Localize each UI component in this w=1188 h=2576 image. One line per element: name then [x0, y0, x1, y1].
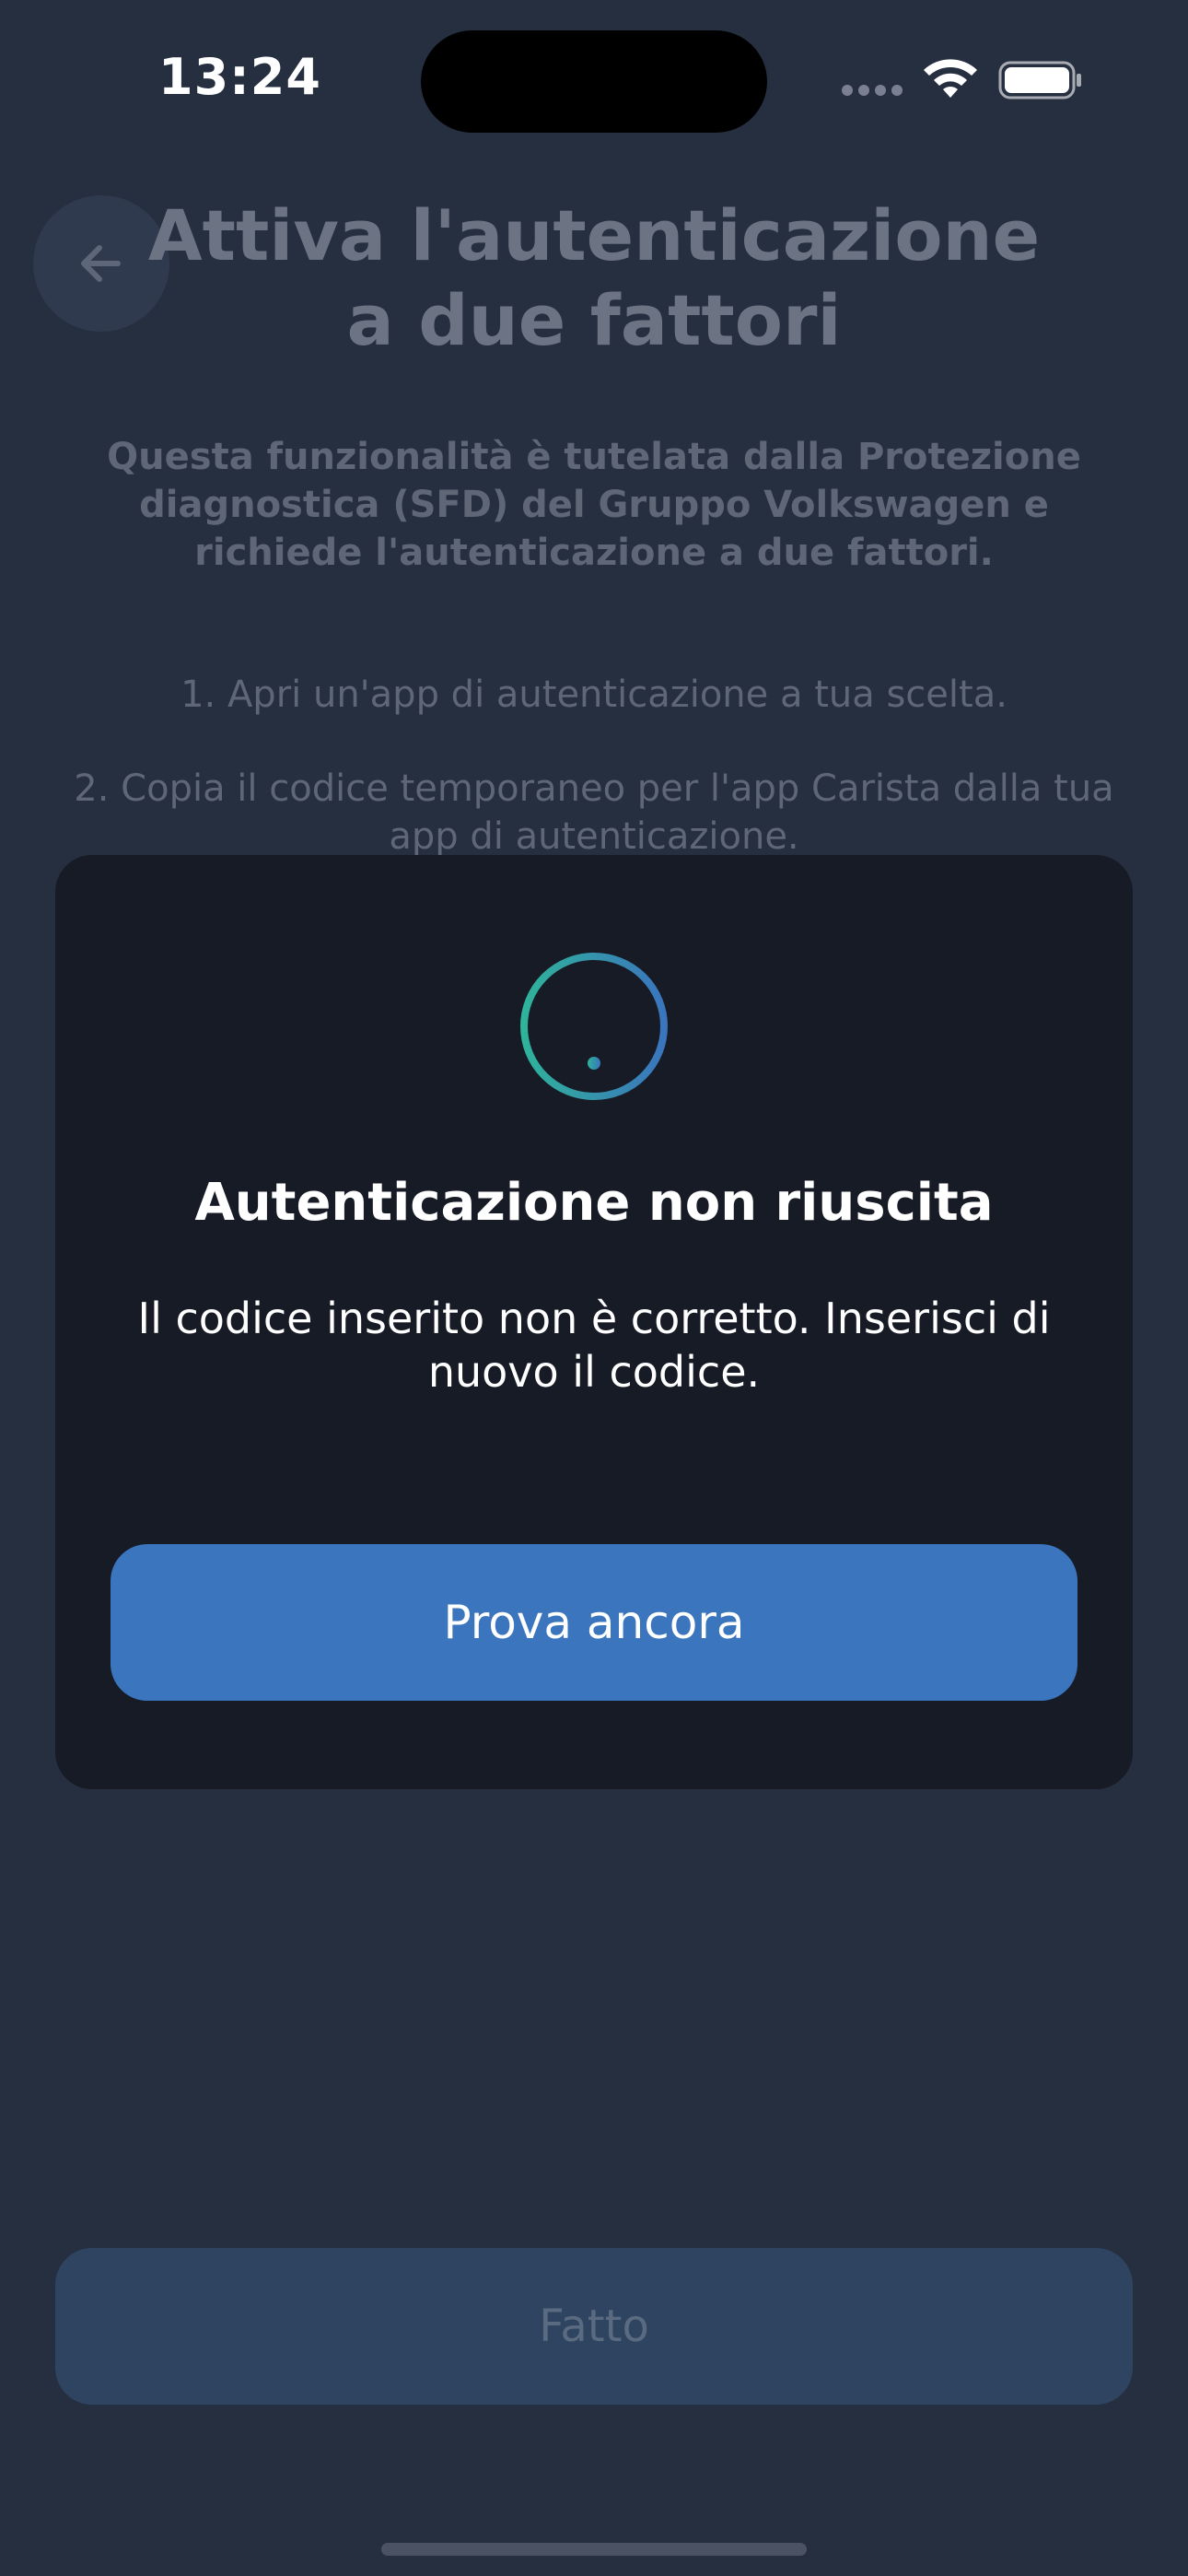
- intro-text: Questa funzionalità è tutelata dalla Pro…: [107, 436, 1081, 574]
- dialog-message: Il codice inserito non è corretto. Inser…: [137, 1294, 1051, 1397]
- page-title: Attiva l'autenticazione a due fattori: [147, 193, 1041, 363]
- home-indicator[interactable]: [381, 2543, 807, 2556]
- screen: 13:24 Attiva l'autenticazione a due fatt…: [0, 0, 1188, 2576]
- page-title-line-2: a due fattori: [346, 279, 842, 361]
- step-2: 2. Copia il codice temporaneo per l'app …: [74, 767, 1114, 858]
- exclamation-circle-icon: [520, 953, 668, 1100]
- done-button[interactable]: Fatto: [55, 2248, 1133, 2405]
- retry-button[interactable]: Prova ancora: [111, 1544, 1077, 1701]
- error-dialog: Autenticazione non riuscita Il codice in…: [55, 855, 1133, 1789]
- step-1: 1. Apri un'app di autenticazione a tua s…: [181, 673, 1007, 716]
- page-title-line-1: Attiva l'autenticazione: [147, 194, 1041, 276]
- arrow-left-icon: [81, 245, 121, 282]
- dialog-title: Autenticazione non riuscita: [194, 1173, 994, 1233]
